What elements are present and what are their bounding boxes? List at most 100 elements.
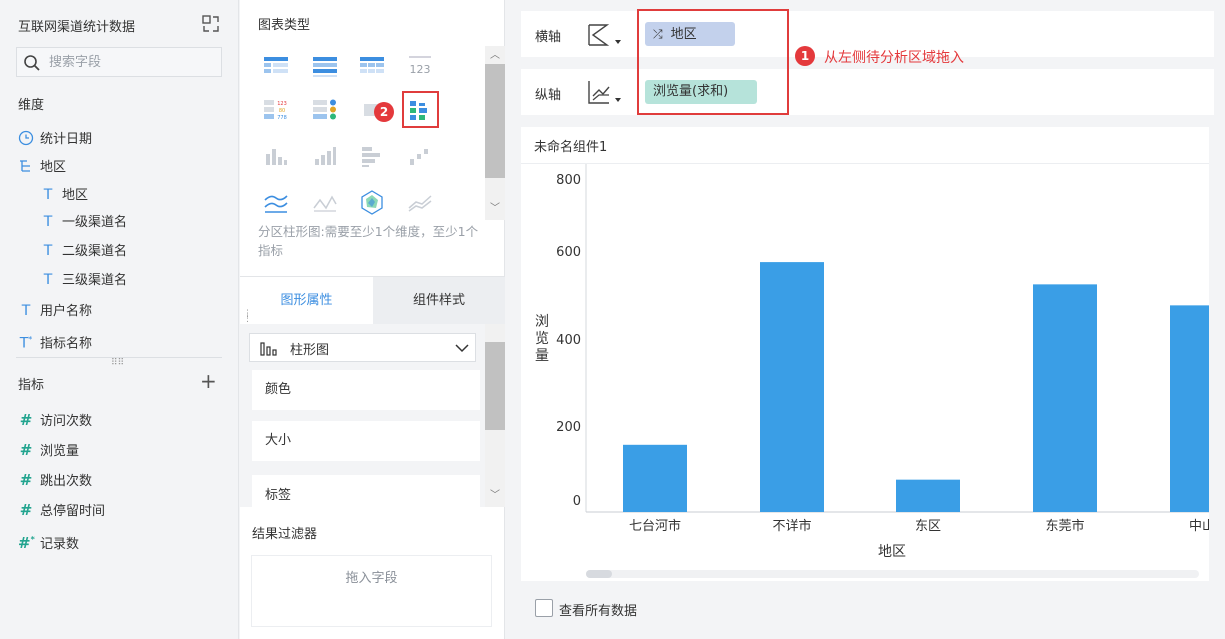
field-channel-2[interactable]: T 二级渠道名: [40, 238, 127, 264]
table-chart-icon[interactable]: [262, 52, 290, 80]
widget-title[interactable]: 未命名组件1: [534, 136, 607, 155]
y-axis-sort-icon[interactable]: [585, 78, 625, 108]
resize-grip-icon[interactable]: ⠿⠿: [111, 359, 124, 368]
clock-icon: [18, 127, 34, 153]
scroll-down-icon[interactable]: ﹀: [490, 491, 500, 501]
bar: [896, 479, 960, 512]
chart-types-scrollbar[interactable]: ︿ ﹀: [485, 46, 505, 220]
group-table-icon[interactable]: [311, 52, 339, 80]
chart-type-description: 分区柱形图:需要至少1个维度，至少1个指标: [258, 224, 479, 258]
tab-component-style[interactable]: 组件样式: [373, 277, 505, 324]
search-input[interactable]: [49, 52, 214, 72]
horizontal-bar-chart-icon[interactable]: [358, 142, 386, 170]
indicator-table-icon[interactable]: [311, 96, 339, 124]
panel-resize-grip-icon[interactable]: ⋮ ⋮: [243, 310, 252, 324]
waterfall-chart-icon[interactable]: [406, 142, 434, 170]
field-visits[interactable]: # 访问次数: [18, 407, 92, 433]
properties-scrollbar[interactable]: ﹀: [485, 324, 505, 507]
x-axis-sort-icon[interactable]: [585, 20, 625, 50]
y-tick-label: 600: [556, 245, 581, 260]
search-field-box[interactable]: [16, 47, 222, 77]
text-icon: T: [43, 243, 53, 259]
text-icon: T: [21, 303, 31, 319]
switch-dataset-icon[interactable]: [201, 14, 221, 34]
field-label: 浏览量: [40, 444, 80, 459]
field-stat-date[interactable]: 统计日期: [18, 127, 92, 153]
field-label: 地区: [62, 188, 89, 203]
chart-type-select[interactable]: 柱形图: [249, 333, 476, 362]
line-chart-icon[interactable]: [262, 188, 290, 216]
radar-chart-icon[interactable]: [358, 188, 386, 216]
stacked-bar-chart-icon[interactable]: [311, 142, 339, 170]
x-tick-label: 七台河市: [629, 518, 681, 534]
property-tabs: 图形属性 组件样式: [240, 276, 505, 324]
field-metric-name[interactable]: T* 指标名称: [18, 327, 92, 353]
bar-chart-icon: [260, 342, 277, 356]
view-all-data-label: 查看所有数据: [559, 604, 638, 619]
field-label: 指标名称: [40, 336, 93, 352]
x-axis-title: 地区: [878, 544, 906, 560]
property-size[interactable]: 大小: [252, 421, 480, 461]
bar-chart-icon[interactable]: [262, 142, 290, 170]
hash-icon: #: [19, 411, 33, 429]
scrollbar-thumb[interactable]: [485, 342, 505, 430]
filter-drop-zone[interactable]: 拖入字段: [251, 555, 492, 627]
y-tick-label: 200: [556, 420, 581, 435]
result-filter-title: 结果过滤器: [252, 527, 318, 542]
chart-horizontal-scrollbar[interactable]: [586, 570, 1199, 578]
svg-text:123: 123: [277, 101, 287, 107]
field-label: 地区: [40, 160, 67, 175]
field-label: 总停留时间: [40, 504, 106, 519]
scroll-up-icon[interactable]: ︿: [490, 51, 500, 61]
bar: [1033, 284, 1097, 512]
property-color[interactable]: 颜色: [252, 370, 480, 410]
y-axis-row[interactable]: 纵轴 浏览量(求和): [521, 69, 1214, 115]
field-region-group[interactable]: 地区: [18, 155, 66, 181]
bar: [760, 262, 824, 512]
scroll-down-icon[interactable]: ﹀: [490, 204, 500, 214]
selected-chart-type-highlight: [402, 91, 439, 128]
bar-chart: 0 200 400 600 800 七台河市 不详市 东区 东莞市 中山地区 浏览量: [535, 164, 1209, 560]
hash-icon: #: [19, 501, 33, 519]
field-label: 一级渠道名: [62, 215, 128, 230]
field-record-count[interactable]: #* 记录数: [18, 527, 79, 553]
scrollbar-thumb[interactable]: [485, 64, 505, 178]
text-calc-icon: T*: [19, 335, 33, 352]
scrollbar-thumb[interactable]: [586, 570, 612, 578]
cross-table-icon[interactable]: [358, 52, 386, 80]
multi-line-chart-icon[interactable]: [406, 188, 434, 216]
chevron-down-icon: [455, 344, 469, 353]
colored-table-icon[interactable]: 12380778: [262, 96, 290, 124]
field-label: 访问次数: [40, 414, 93, 429]
field-label: 统计日期: [40, 132, 93, 147]
dataset-title: 互联网渠道统计数据: [18, 20, 136, 35]
property-label[interactable]: 标签: [252, 475, 480, 507]
area-line-chart-icon[interactable]: [311, 188, 339, 216]
field-total-time[interactable]: # 总停留时间: [18, 497, 105, 523]
field-bounces[interactable]: # 跳出次数: [18, 467, 92, 493]
y-axis-title: 浏览量: [535, 314, 549, 364]
metrics-title: 指标: [18, 378, 45, 393]
field-panel: 互联网渠道统计数据 维度 统计日期 地区 T 地区 T 一级渠道名 T 二级渠道名 T…: [0, 0, 239, 639]
dimensions-title: 维度: [18, 98, 45, 113]
hash-icon: #: [19, 441, 33, 459]
x-tick-label: 东莞市: [1045, 518, 1084, 534]
field-pageviews[interactable]: # 浏览量: [18, 437, 79, 463]
kpi-number-icon[interactable]: 123: [406, 52, 434, 80]
field-channel-1[interactable]: T 一级渠道名: [40, 209, 127, 235]
checkbox-box[interactable]: [535, 599, 553, 617]
text-icon: T: [43, 272, 53, 288]
chart-types-title: 图表类型: [258, 18, 311, 33]
y-axis-label: 纵轴: [535, 88, 562, 103]
tab-graphic-properties[interactable]: 图形属性: [240, 277, 373, 324]
tree-icon: [18, 155, 34, 181]
chart-widget: 未命名组件1 0 200 400 600 800 七台河市 不详市 东区 东莞市 中山 地区 浏览量: [521, 127, 1209, 581]
add-metric-icon[interactable]: +: [200, 369, 217, 393]
field-label: 跳出次数: [40, 474, 93, 489]
field-label: 记录数: [40, 537, 80, 552]
field-region[interactable]: T 地区: [40, 182, 88, 208]
field-label: 二级渠道名: [62, 244, 128, 259]
field-channel-3[interactable]: T 三级渠道名: [40, 267, 127, 293]
x-tick-label: 不详市: [772, 518, 811, 534]
field-user-name[interactable]: T 用户名称: [18, 298, 92, 324]
